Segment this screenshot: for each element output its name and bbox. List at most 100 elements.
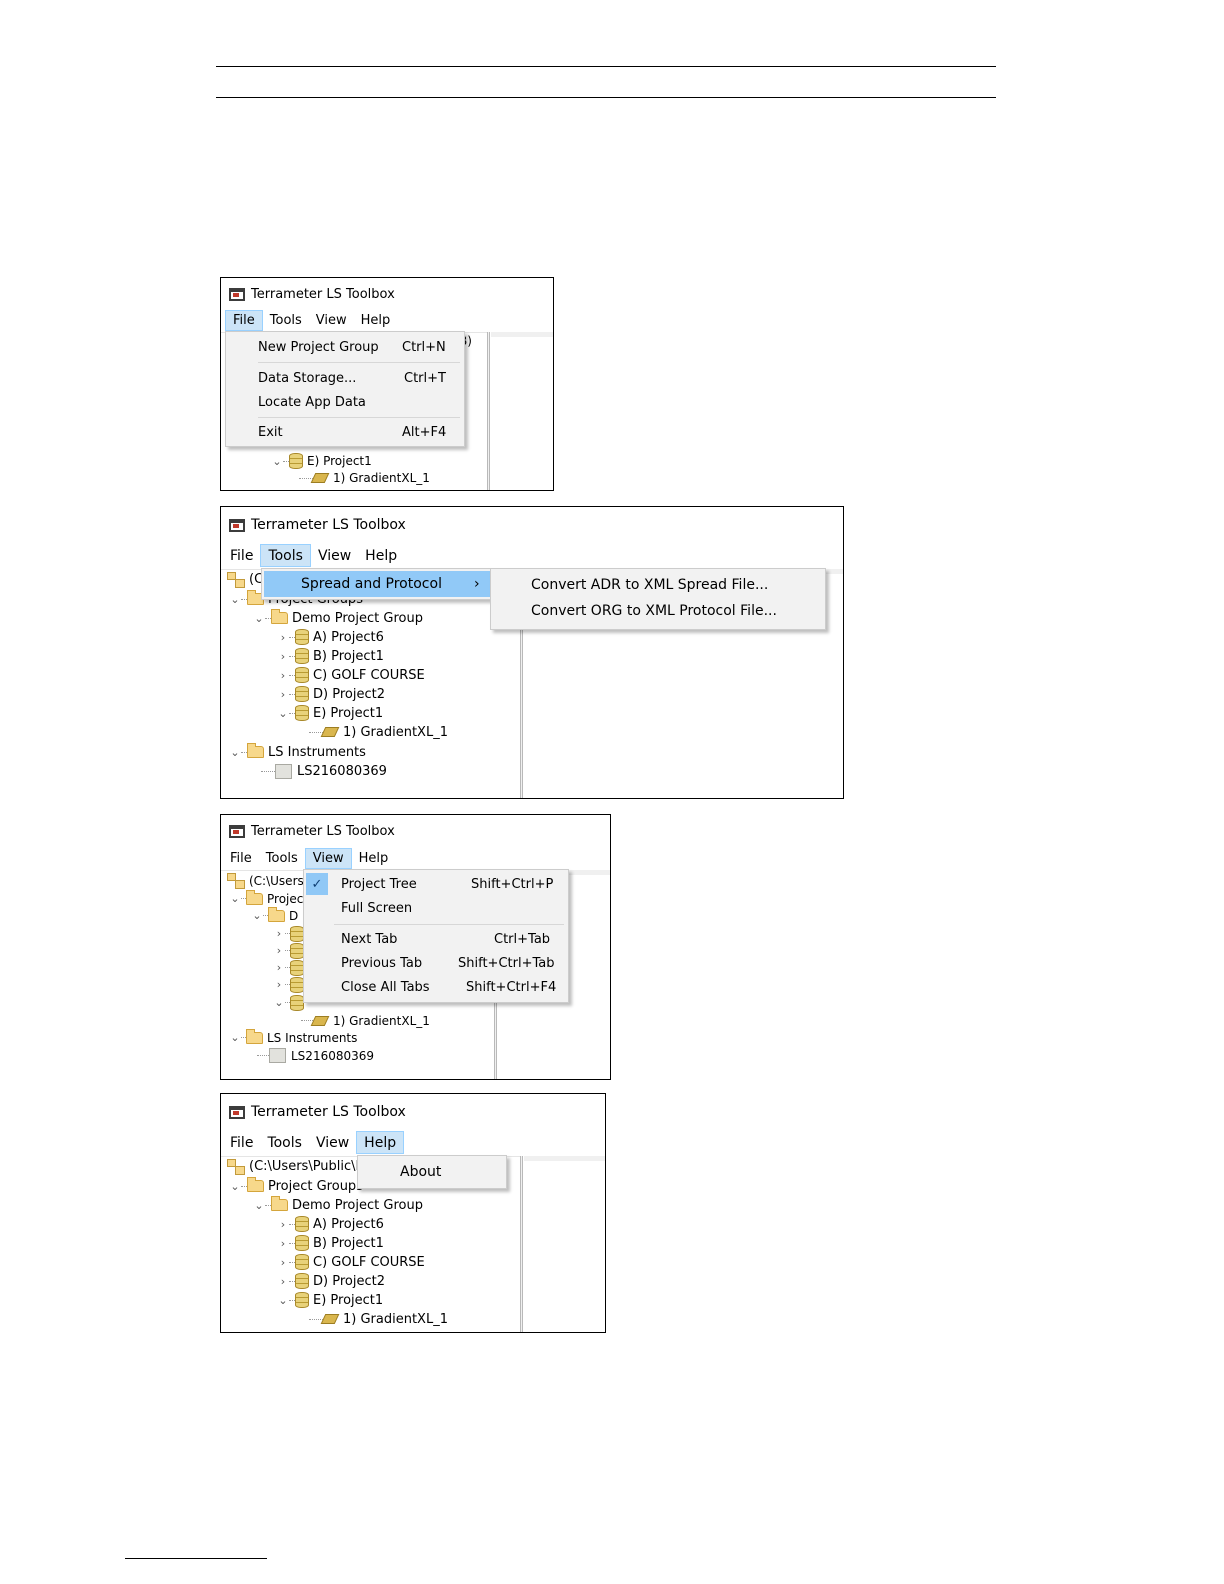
chevron-right-icon[interactable]: ›	[277, 1218, 289, 1231]
menu-view[interactable]: View	[311, 544, 358, 567]
menu-item-close-all-tabs[interactable]: Close All Tabs Shift+Ctrl+F4	[304, 975, 568, 999]
tree-item-project[interactable]: › B) Project1	[277, 1234, 384, 1252]
menu-item-new-project-group[interactable]: New Project Group Ctrl+N	[226, 335, 464, 359]
title-bar: Terrameter LS Toolbox	[221, 278, 553, 310]
chevron-right-icon[interactable]: ›	[273, 978, 285, 991]
tree-root[interactable]: (C:\Users\	[227, 872, 308, 889]
tree-item-demo-group[interactable]: ⌄ D	[251, 906, 298, 924]
tree-item-label: D) Project2	[313, 1273, 385, 1289]
tree-item-instrument[interactable]: LS216080369	[261, 762, 387, 780]
tree-root[interactable]: (C	[227, 570, 263, 588]
tree-item-gradient[interactable]: 1) GradientXL_1	[301, 1012, 430, 1029]
menu-separator	[334, 924, 564, 925]
tree-item-demo-group[interactable]: ⌄ Demo Project Group	[253, 1196, 423, 1214]
tree-item-project[interactable]: › C) GOLF COURSE	[277, 666, 425, 684]
folder-icon	[247, 1177, 264, 1192]
menu-item-about[interactable]: About	[358, 1159, 506, 1185]
tree-item-project[interactable]: › A) Project6	[277, 628, 384, 646]
tree-item-project[interactable]: ⌄ E) Project1	[277, 1291, 383, 1309]
menu-view[interactable]: View	[309, 1131, 356, 1154]
instrument-icon	[269, 1048, 286, 1063]
menu-item-shortcut: Shift+Ctrl+P	[471, 876, 554, 892]
menu-item-locate-app-data[interactable]: Locate App Data	[226, 390, 464, 414]
menu-help[interactable]: Help	[356, 1131, 405, 1154]
menu-tools[interactable]: Tools	[260, 544, 311, 567]
app-title: Terrameter LS Toolbox	[251, 286, 395, 302]
chevron-down-icon[interactable]: ⌄	[253, 612, 265, 625]
menu-file[interactable]: File	[223, 544, 260, 567]
chevron-right-icon[interactable]: ›	[277, 688, 289, 701]
tree-item-project[interactable]: ⌄ E) Project1	[277, 704, 383, 722]
chevron-down-icon[interactable]: ⌄	[229, 746, 241, 759]
tree-item-project[interactable]: › D) Project2	[277, 1272, 385, 1290]
tree-item-demo-group[interactable]: ⌄ Demo Project Group	[253, 609, 423, 627]
chevron-right-icon[interactable]: ›	[273, 961, 285, 974]
tree-item-gradient[interactable]: 1) GradientXL_1	[309, 723, 448, 741]
header-rule-bottom	[216, 97, 996, 98]
tree-item-ls-instruments[interactable]: ⌄ LS Instruments	[229, 1028, 358, 1046]
menu-item-previous-tab[interactable]: Previous Tab Shift+Ctrl+Tab	[304, 951, 568, 975]
tree-item-project[interactable]: › D) Project2	[277, 685, 385, 703]
screenshot-file-menu: Terrameter LS Toolbox File Tools View He…	[220, 277, 554, 491]
menu-file[interactable]: File	[223, 848, 259, 869]
menu-file[interactable]: File	[225, 310, 263, 331]
tree-item-project[interactable]: › C) GOLF COURSE	[277, 1253, 425, 1271]
chevron-down-icon[interactable]: ⌄	[273, 996, 285, 1009]
menu-help[interactable]: Help	[354, 310, 398, 331]
tree-item-ls-instruments[interactable]: ⌄ LS Instruments	[229, 743, 366, 761]
menu-item-convert-org[interactable]: Convert ORG to XML Protocol File...	[491, 598, 825, 624]
tree-item-project-groups[interactable]: ⌄ Project Groups	[229, 1177, 363, 1195]
chevron-right-icon[interactable]: ›	[277, 669, 289, 682]
database-icon	[295, 648, 309, 664]
tree-item-label: LS Instruments	[267, 1030, 358, 1045]
checkmark-icon: ✓	[306, 873, 328, 895]
chevron-right-icon[interactable]: ›	[273, 944, 285, 957]
chevron-down-icon[interactable]: ⌄	[271, 455, 283, 468]
menu-help[interactable]: Help	[352, 848, 396, 869]
menu-item-full-screen[interactable]: Full Screen	[304, 896, 568, 920]
menu-item-spread-and-protocol[interactable]: Spread and Protocol ›	[264, 571, 490, 597]
tree-item-gradient[interactable]: 1) GradientXL_1	[299, 471, 430, 485]
app-title: Terrameter LS Toolbox	[251, 517, 406, 533]
menu-view[interactable]: View	[304, 848, 352, 869]
chevron-down-icon[interactable]: ⌄	[277, 707, 289, 720]
chevron-right-icon[interactable]: ›	[277, 650, 289, 663]
chevron-right-icon[interactable]: ›	[273, 927, 285, 940]
tree-item-gradient[interactable]: 1) GradientXL_1	[309, 1310, 448, 1328]
chevron-right-icon[interactable]: ›	[277, 1275, 289, 1288]
chevron-down-icon[interactable]: ⌄	[253, 1199, 265, 1212]
chevron-down-icon[interactable]: ⌄	[229, 1180, 241, 1193]
menu-tools[interactable]: Tools	[260, 1131, 309, 1154]
chevron-down-icon[interactable]: ⌄	[229, 1031, 241, 1044]
pane-splitter[interactable]	[487, 332, 490, 490]
chevron-right-icon[interactable]: ›	[277, 1237, 289, 1250]
tree-item-label: LS Instruments	[268, 744, 366, 760]
menu-tools[interactable]: Tools	[263, 310, 309, 331]
chevron-right-icon[interactable]: ›	[277, 1256, 289, 1269]
screenshot-help-menu: Terrameter LS Toolbox File Tools View He…	[220, 1093, 606, 1333]
menu-item-exit[interactable]: Exit Alt+F4	[226, 420, 464, 444]
tree-item-project[interactable]: › B) Project1	[277, 647, 384, 665]
tree-root[interactable]: (C:\Users\Public\D	[227, 1157, 366, 1175]
folder-icon	[246, 889, 263, 905]
title-bar: Terrameter LS Toolbox	[221, 815, 610, 847]
chevron-down-icon[interactable]: ⌄	[277, 1294, 289, 1307]
tree-item-instrument[interactable]: LS216080369	[257, 1047, 374, 1064]
tree-item-project1[interactable]: ⌄ E) Project1	[271, 453, 372, 469]
chevron-down-icon[interactable]: ⌄	[229, 593, 241, 606]
tree-item-label: B) Project1	[313, 1235, 384, 1251]
menu-item-next-tab[interactable]: Next Tab Ctrl+Tab	[304, 927, 568, 951]
chevron-down-icon[interactable]: ⌄	[229, 892, 241, 905]
menu-view[interactable]: View	[309, 310, 354, 331]
tree-item-project-groups[interactable]: ⌄ Projec	[229, 889, 303, 907]
pane-splitter[interactable]	[520, 1156, 523, 1332]
tree-item-project[interactable]: › A) Project6	[277, 1215, 384, 1233]
chevron-down-icon[interactable]: ⌄	[251, 909, 263, 922]
menu-item-convert-adr[interactable]: Convert ADR to XML Spread File...	[491, 572, 825, 598]
menu-file[interactable]: File	[223, 1131, 260, 1154]
menu-item-data-storage[interactable]: Data Storage... Ctrl+T	[226, 366, 464, 390]
menu-tools[interactable]: Tools	[259, 848, 305, 869]
menu-item-project-tree[interactable]: ✓ Project Tree Shift+Ctrl+P	[304, 872, 568, 896]
menu-help[interactable]: Help	[358, 544, 404, 567]
chevron-right-icon[interactable]: ›	[277, 631, 289, 644]
